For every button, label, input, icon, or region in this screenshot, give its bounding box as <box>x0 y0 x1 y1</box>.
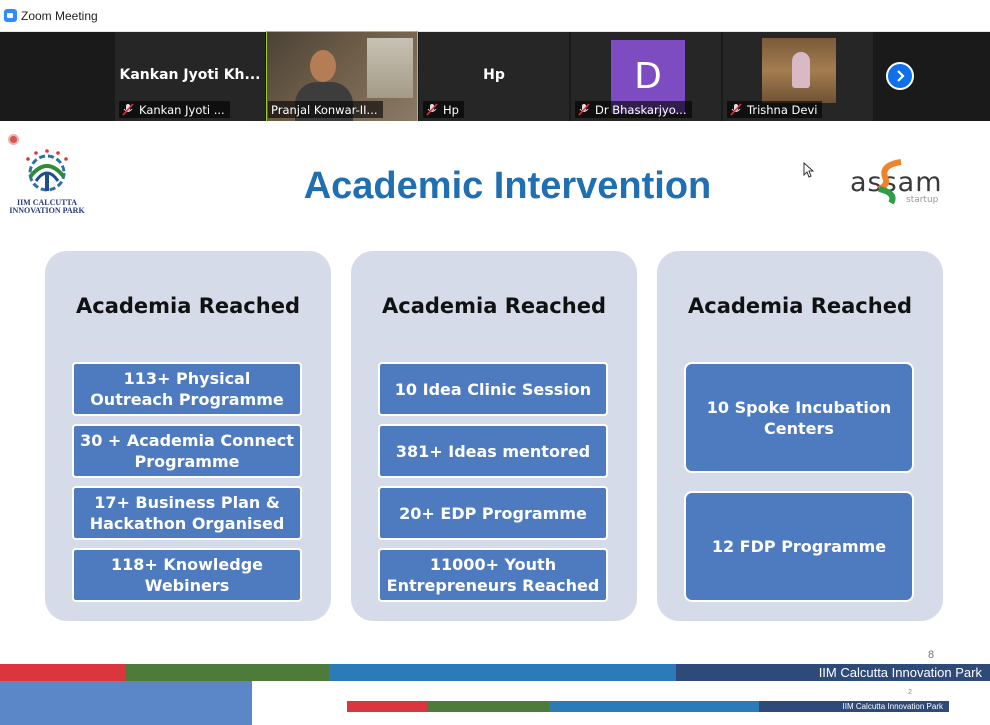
panel-title: Academia Reached <box>76 294 300 318</box>
assam-startup-logo: assam startup <box>848 159 958 213</box>
window-title: Zoom Meeting <box>21 8 98 23</box>
footer-band-red <box>0 664 125 681</box>
stat-card: 12 FDP Programme <box>684 491 914 602</box>
stat-card: 381+ Ideas mentored <box>378 424 608 478</box>
next-participants-button[interactable] <box>886 62 914 90</box>
participant-tile[interactable]: Trishna Devi <box>723 32 873 121</box>
footer-band-green <box>125 664 329 681</box>
next-slide-preview: 2 IIM Calcutta Innovation Park <box>252 681 990 725</box>
participant-tile[interactable]: D Dr Bhaskarjyo... <box>571 32 721 121</box>
mic-muted-icon <box>122 103 134 116</box>
participant-name-label: Dr Bhaskarjyo... <box>575 101 692 118</box>
window-titlebar: Zoom Meeting <box>0 0 990 32</box>
participant-name-label: Trishna Devi <box>727 101 823 118</box>
mini-slide-footer: IIM Calcutta Innovation Park <box>759 701 949 712</box>
next-slide-preview-bg <box>0 681 252 725</box>
stat-card: 17+ Business Plan & Hackathon Organised <box>72 486 302 540</box>
zoom-app-icon <box>4 9 17 22</box>
stat-card: 118+ Knowledge Webiners <box>72 548 302 602</box>
participant-name-label: Kankan Jyoti ... <box>119 101 230 118</box>
participant-name-label: Pranjal Konwar-II... <box>268 101 383 118</box>
stat-card: 10 Idea Clinic Session <box>378 362 608 416</box>
panel-title: Academia Reached <box>688 294 912 318</box>
slide-title: Academic Intervention <box>303 165 712 207</box>
panel-title: Academia Reached <box>382 294 606 318</box>
recording-indicator-icon <box>8 134 19 145</box>
academia-panel: Academia Reached 10 Spoke Incubation Cen… <box>657 251 943 621</box>
academia-panel: Academia Reached 113+ Physical Outreach … <box>45 251 331 621</box>
participant-display-name: Kankan Jyoti Kh... <box>119 67 261 83</box>
academia-panel: Academia Reached 10 Idea Clinic Session … <box>351 251 637 621</box>
mic-muted-icon <box>730 103 742 116</box>
participant-display-name: Hp <box>483 67 505 83</box>
mouse-cursor-icon <box>803 161 815 183</box>
participant-strip: Kankan Jyoti Kh... Kankan Jyoti ... Pran… <box>0 31 990 122</box>
participant-name-label: Hp <box>423 101 464 118</box>
chevron-right-icon <box>897 70 905 82</box>
participant-tile[interactable]: Hp Hp <box>419 32 569 121</box>
participant-profile-photo <box>762 38 836 103</box>
mini-page-number: 2 <box>908 689 912 696</box>
stat-card: 113+ Physical Outreach Programme <box>72 362 302 416</box>
slide-footer: IIM Calcutta Innovation Park <box>676 664 990 681</box>
mic-muted-icon <box>578 103 590 116</box>
participant-tile-active-speaker[interactable]: Pranjal Konwar-II... <box>266 31 418 122</box>
shared-slide: IIM CALCUTTA INNOVATION PARK Academic In… <box>0 121 990 725</box>
stat-card: 30 + Academia Connect Programme <box>72 424 302 478</box>
mic-muted-icon <box>426 103 438 116</box>
participant-tile[interactable]: Kankan Jyoti Kh... Kankan Jyoti ... <box>115 32 265 121</box>
slide-page-number: 8 <box>928 649 935 661</box>
footer-band-blue <box>329 664 676 681</box>
stat-card: 20+ EDP Programme <box>378 486 608 540</box>
stat-card: 11000+ Youth Entrepreneurs Reached <box>378 548 608 602</box>
stat-card: 10 Spoke Incubation Centers <box>684 362 914 473</box>
